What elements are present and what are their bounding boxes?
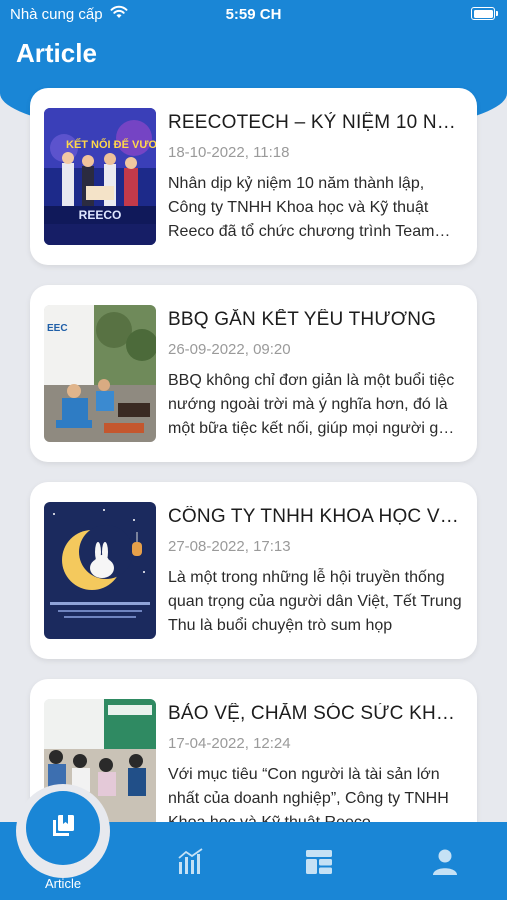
dashboard-icon	[304, 850, 334, 881]
article-excerpt: BBQ không chỉ đơn giản là một buổi tiệc …	[168, 372, 457, 437]
status-bar: Nhà cung cấp 5:59 CH	[0, 0, 507, 28]
article-thumbnail: KẾT NỐI ĐỂ VƯƠN REECO	[44, 108, 156, 245]
article-card[interactable]: CÔNG TY TNHH KHOA HỌC VÀ KỸ THUẬT REECO …	[30, 482, 477, 659]
article-card[interactable]: EEC BBQ GẮN KẾT YÊU THƯƠNG 26-09-2022, 0…	[30, 285, 477, 462]
article-title: BBQ GẮN KẾT YÊU THƯƠNG	[168, 309, 437, 330]
article-date: 17-04-2022, 12:24	[168, 735, 291, 752]
article-excerpt: Nhân dịp kỷ niệm 10 năm thành lập, Công …	[168, 175, 435, 240]
statistics-icon	[176, 848, 206, 881]
article-date: 26-09-2022, 09:20	[168, 341, 291, 358]
tab-article[interactable]	[26, 791, 100, 865]
article-title: BẢO VỆ, CHĂM SÓC SỨC KHỎE	[168, 703, 463, 724]
thumbnail-logo-text: REECO	[79, 208, 122, 222]
article-list: KẾT NỐI ĐỂ VƯƠN REECO REECOTECH – KỶ NIỆ…	[30, 88, 477, 876]
article-title: CÔNG TY TNHH KHOA HỌC VÀ KỸ THUẬT REECO	[168, 506, 463, 527]
article-date: 27-08-2022, 17:13	[168, 538, 291, 555]
thumbnail-banner-text: KẾT NỐI ĐỂ VƯƠN	[66, 137, 156, 151]
article-card[interactable]: KẾT NỐI ĐỂ VƯƠN REECO REECOTECH – KỶ NIỆ…	[30, 88, 477, 265]
tab-dashboard[interactable]	[304, 847, 334, 877]
tab-article-label: Article	[44, 876, 82, 891]
article-excerpt: Là một trong những lễ hội truyền thống q…	[168, 569, 462, 634]
tab-profile[interactable]	[430, 847, 460, 877]
article-title: REECOTECH – KỶ NIỆM 10 NĂM THÀNH LẬP	[168, 112, 463, 133]
article-thumbnail	[44, 502, 156, 639]
page-title: Article	[16, 38, 97, 68]
article-icon	[49, 812, 77, 845]
article-thumbnail: EEC	[44, 305, 156, 442]
status-time: 5:59 CH	[225, 6, 282, 23]
battery-icon	[471, 7, 498, 20]
thumbnail-wall-text: EEC	[47, 323, 68, 334]
tab-statistics[interactable]	[176, 847, 206, 877]
person-icon	[430, 849, 460, 881]
article-date: 18-10-2022, 11:18	[168, 144, 290, 161]
